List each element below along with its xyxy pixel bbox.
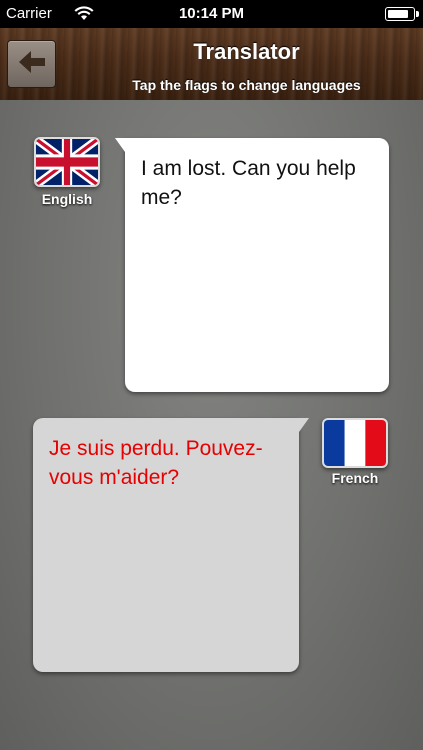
source-text-bubble[interactable]: I am lost. Can you help me? <box>115 138 389 392</box>
source-language-label[interactable]: English <box>27 191 107 207</box>
arrow-left-icon <box>17 49 47 80</box>
battery-icon <box>385 7 419 21</box>
status-time: 10:14 PM <box>178 5 245 22</box>
france-flag-icon[interactable] <box>322 418 388 468</box>
page-title: Translator <box>193 39 300 64</box>
navigation-header: Translator Tap the flags to change langu… <box>0 28 423 102</box>
back-button[interactable] <box>7 40 56 88</box>
page-subtitle: Tap the flags to change languages <box>132 77 361 93</box>
status-bar: Carrier 10:14 PM <box>0 0 423 28</box>
uk-flag-icon[interactable] <box>34 137 100 187</box>
target-text-bubble: Je suis perdu. Pouvez-vous m'aider? <box>33 418 309 672</box>
target-language-label[interactable]: French <box>315 470 395 486</box>
